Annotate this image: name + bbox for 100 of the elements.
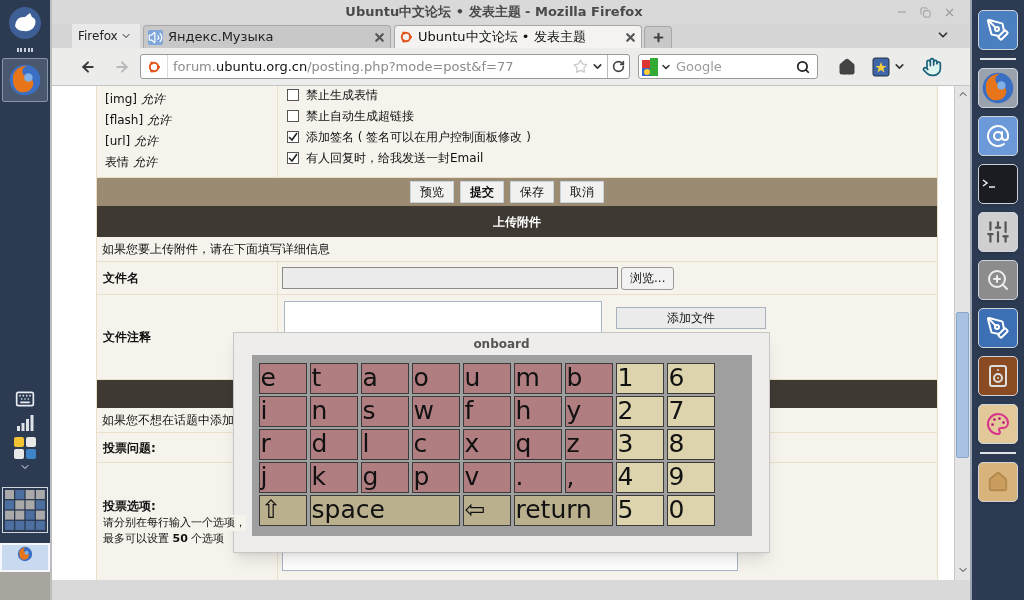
taskbar-item[interactable]: [0, 543, 50, 600]
workspace-pager-icon[interactable]: [2, 487, 48, 533]
keyboard-key[interactable]: .: [513, 462, 562, 493]
keyboard-key[interactable]: 9: [666, 462, 715, 493]
keyboard-key[interactable]: j: [258, 462, 307, 493]
add-file-button[interactable]: 添加文件: [616, 307, 766, 329]
keyboard-key[interactable]: e: [258, 363, 307, 394]
keyboard-key[interactable]: k: [309, 462, 358, 493]
browser-icon: [17, 546, 33, 562]
plus-icon: [651, 31, 665, 44]
paint-palette-icon[interactable]: [978, 404, 1018, 444]
keyboard-key[interactable]: b: [564, 363, 613, 394]
keyboard-layout-icon[interactable]: [14, 437, 36, 459]
keyboard-key[interactable]: s: [360, 396, 409, 427]
keyboard-key[interactable]: 4: [615, 462, 664, 493]
keyboard-key[interactable]: 5: [615, 495, 664, 526]
browser-tab[interactable]: Ubuntu中文论坛 • 发表主题: [394, 25, 642, 48]
keyboard-key[interactable]: m: [513, 363, 562, 394]
keyboard-key[interactable]: 0: [666, 495, 715, 526]
keyboard-key[interactable]: x: [462, 429, 511, 460]
keyboard-key[interactable]: 7: [666, 396, 715, 427]
keyboard-key[interactable]: return: [513, 495, 613, 526]
drag-handle-icon[interactable]: [17, 48, 33, 52]
checkbox[interactable]: [287, 88, 299, 101]
keyboard-key[interactable]: space: [309, 495, 460, 526]
bookmark-star-icon[interactable]: [573, 59, 588, 74]
keyboard-key[interactable]: ,: [564, 462, 613, 493]
back-icon[interactable]: [80, 58, 96, 75]
checkbox-label: 禁止生成表情: [306, 86, 378, 104]
signal-icon[interactable]: [16, 415, 34, 431]
keyboard-key[interactable]: a: [360, 363, 409, 394]
hint-text: 请分别在每行输入一个选项，: [103, 514, 246, 531]
keyboard-key[interactable]: 6: [666, 363, 715, 394]
hand-icon[interactable]: [922, 56, 942, 77]
pen-drawing-icon[interactable]: [978, 308, 1018, 348]
keyboard-key[interactable]: ⇧: [258, 495, 307, 526]
keyboard-key[interactable]: ⇦: [462, 495, 511, 526]
browser-launcher-icon[interactable]: [978, 68, 1018, 108]
terminal-icon[interactable]: [978, 164, 1018, 204]
desktop-pen-icon[interactable]: [978, 10, 1018, 50]
keyboard-key[interactable]: h: [513, 396, 562, 427]
file-input-field[interactable]: [282, 267, 618, 289]
keyboard-key[interactable]: 1: [615, 363, 664, 394]
keyboard-key[interactable]: g: [360, 462, 409, 493]
keyboard-key[interactable]: w: [411, 396, 460, 427]
firefox-menu-button[interactable]: Firefox: [72, 24, 140, 48]
keyboard-key[interactable]: c: [411, 429, 460, 460]
magnifier-icon[interactable]: [978, 260, 1018, 300]
field-label: 投票问题:: [103, 439, 156, 457]
keyboard-key[interactable]: q: [513, 429, 562, 460]
scrollbar[interactable]: [954, 86, 970, 580]
form-button[interactable]: 取消: [560, 181, 604, 203]
mail-icon[interactable]: [978, 116, 1018, 156]
speaker-icon[interactable]: [978, 356, 1018, 396]
form-button[interactable]: 保存: [510, 181, 554, 203]
keyboard-key[interactable]: p: [411, 462, 460, 493]
keyboard-key[interactable]: v: [462, 462, 511, 493]
search-field[interactable]: Google: [638, 54, 818, 79]
checkbox-label: 有人回复时，给我发送一封Email: [306, 149, 484, 167]
bookmarks-book-icon[interactable]: [872, 56, 890, 77]
field-label: 文件名: [103, 270, 139, 287]
home-icon[interactable]: [838, 57, 856, 76]
search-icon[interactable]: [796, 59, 810, 74]
keyboard-key[interactable]: f: [462, 396, 511, 427]
form-button[interactable]: 提交: [460, 181, 504, 203]
browser-tab[interactable]: Яндекс.Музыка: [143, 25, 391, 48]
search-input[interactable]: Google: [676, 56, 796, 77]
keyboard-key[interactable]: n: [309, 396, 358, 427]
close-tab-icon[interactable]: [373, 30, 386, 44]
launcher-button[interactable]: [2, 58, 48, 102]
keyboard-key[interactable]: u: [462, 363, 511, 394]
permission-text: [url] 允许: [105, 133, 160, 150]
new-tab-button[interactable]: [644, 26, 672, 48]
reload-icon[interactable]: [612, 60, 625, 73]
keyboard-icon[interactable]: [15, 389, 35, 409]
keyboard-key[interactable]: l: [360, 429, 409, 460]
keyboard-key[interactable]: z: [564, 429, 613, 460]
checkbox[interactable]: [287, 109, 299, 122]
keyboard-key[interactable]: d: [309, 429, 358, 460]
keyboard-key[interactable]: t: [309, 363, 358, 394]
speaker-icon: [148, 29, 163, 45]
checkbox-label: 禁止自动生成超链接: [306, 107, 414, 125]
mouse-logo-icon[interactable]: [8, 6, 42, 40]
form-button[interactable]: 预览: [410, 181, 454, 203]
window-title: Ubuntu中文论坛 • 发表主题 - Mozilla Firefox: [344, 3, 644, 22]
checkbox[interactable]: [287, 130, 299, 143]
scrollbar-thumb[interactable]: [956, 312, 969, 458]
browse-button[interactable]: 浏览...: [621, 266, 675, 290]
mixer-sliders-icon[interactable]: [978, 212, 1018, 252]
keyboard-key[interactable]: i: [258, 396, 307, 427]
checkbox[interactable]: [287, 151, 299, 164]
keyboard-key[interactable]: 3: [615, 429, 664, 460]
keyboard-key[interactable]: o: [411, 363, 460, 394]
search-engine-icon[interactable]: [642, 57, 658, 76]
close-tab-icon[interactable]: [624, 30, 637, 44]
address-field[interactable]: forum.ubuntu.org.cn/posting.php?mode=post&f=77: [140, 54, 630, 79]
keyboard-key[interactable]: 8: [666, 429, 715, 460]
keyboard-key[interactable]: y: [564, 396, 613, 427]
keyboard-key[interactable]: r: [258, 429, 307, 460]
keyboard-key[interactable]: 2: [615, 396, 664, 427]
